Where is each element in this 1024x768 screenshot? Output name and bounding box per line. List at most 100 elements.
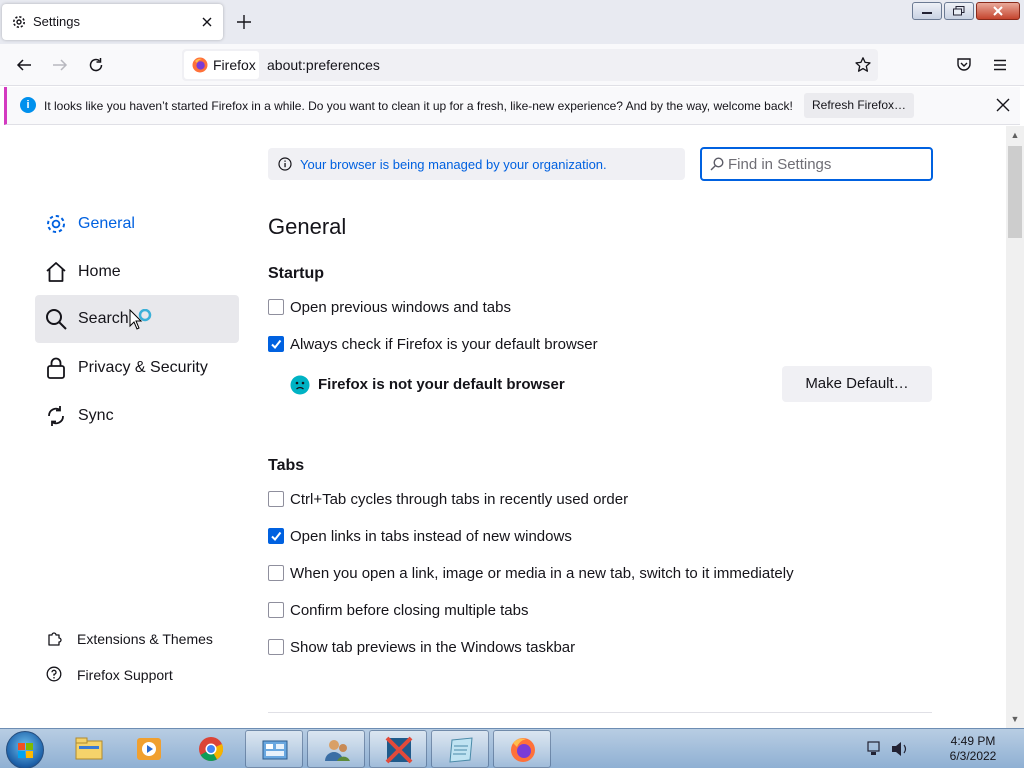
checkbox-label: Open previous windows and tabs — [290, 299, 511, 316]
taskbar-app[interactable] — [369, 730, 427, 768]
search-icon — [710, 157, 724, 171]
managed-notice[interactable]: Your browser is being managed by your or… — [268, 148, 685, 180]
bookmark-star-icon[interactable] — [854, 56, 872, 74]
windows-taskbar: 4:49 PM 6/3/2022 — [0, 728, 1024, 768]
forward-icon[interactable] — [51, 56, 69, 74]
checkmark-icon — [271, 531, 282, 542]
make-default-button[interactable]: Make Default… — [782, 366, 932, 402]
firefox-icon — [511, 738, 535, 762]
home-icon — [46, 262, 66, 282]
checkbox[interactable] — [268, 336, 284, 352]
clock-time: 4:49 PM — [950, 734, 996, 748]
taskbar-notepad[interactable] — [431, 730, 489, 768]
search-icon — [46, 309, 67, 330]
volume-icon[interactable] — [892, 742, 901, 756]
scrollbar-thumb[interactable] — [1008, 146, 1022, 238]
restore-icon — [953, 6, 965, 16]
startup-heading: Startup — [268, 265, 324, 282]
minimize-icon — [922, 12, 932, 14]
sidebar-item-label: Privacy & Security — [78, 359, 208, 376]
explorer-icon — [75, 737, 103, 760]
close-notification-icon[interactable] — [994, 96, 1012, 114]
gear-icon — [13, 16, 25, 28]
notification-bar: i It looks like you haven’t started Fire… — [4, 87, 1020, 125]
sidebar-item-privacy[interactable]: Privacy & Security — [35, 344, 239, 392]
back-icon[interactable] — [15, 56, 33, 74]
taskbar-firefox[interactable] — [493, 730, 551, 768]
restore-button[interactable] — [944, 2, 974, 20]
managed-notice-text[interactable]: Your browser is being managed by your or… — [300, 157, 607, 172]
vertical-scrollbar[interactable]: ▲ ▼ — [1006, 126, 1024, 728]
help-icon — [46, 666, 62, 682]
network-icon[interactable] — [867, 741, 880, 752]
checkbox-label: Open links in tabs instead of new window… — [290, 528, 572, 545]
checkbox[interactable] — [268, 639, 284, 655]
extensions-themes-label: Extensions & Themes — [77, 631, 213, 647]
info-icon: i — [20, 97, 36, 113]
window-controls — [912, 2, 1020, 20]
find-in-settings[interactable] — [700, 147, 933, 181]
identity-box[interactable]: Firefox — [184, 51, 259, 79]
checkbox[interactable] — [268, 602, 284, 618]
identity-label: Firefox — [213, 57, 256, 73]
url-bar[interactable]: Firefox about:preferences — [182, 49, 878, 81]
minimize-button[interactable] — [912, 2, 942, 20]
scroll-up-arrow[interactable]: ▲ — [1010, 130, 1020, 140]
checkbox-label: When you open a link, image or media in … — [290, 565, 794, 582]
tabs-heading: Tabs — [268, 457, 305, 474]
navigation-toolbar: Firefox about:preferences — [0, 44, 1024, 86]
find-in-settings-input[interactable] — [728, 153, 923, 175]
windows-logo-icon — [18, 743, 33, 758]
taskbar-users[interactable] — [307, 730, 365, 768]
new-tab-icon[interactable] — [235, 13, 253, 31]
checkmark-icon — [271, 339, 282, 350]
checkbox[interactable] — [268, 565, 284, 581]
checkbox-label: Ctrl+Tab cycles through tabs in recently… — [290, 491, 629, 508]
checkbox-label: Confirm before closing multiple tabs — [290, 602, 529, 619]
sidebar-item-home[interactable]: Home — [35, 248, 239, 296]
not-default-text: Firefox is not your default browser — [318, 376, 565, 393]
checkbox[interactable] — [268, 528, 284, 544]
sidebar-item-label: Sync — [78, 407, 114, 424]
url-text[interactable]: about:preferences — [267, 57, 380, 73]
clock[interactable]: 4:49 PM 6/3/2022 — [930, 734, 1016, 764]
notification-message: It looks like you haven’t started Firefo… — [44, 99, 793, 113]
system-tray[interactable] — [862, 737, 922, 761]
clock-date: 6/3/2022 — [949, 749, 997, 763]
taskbar-media-player[interactable] — [120, 730, 178, 768]
lock-icon — [47, 357, 65, 379]
firefox-icon — [192, 57, 208, 73]
page-title: General — [268, 214, 347, 239]
sidebar-item-label: Search — [78, 310, 129, 327]
control-panel-icon — [262, 740, 288, 760]
start-button[interactable] — [6, 731, 44, 768]
chrome-icon — [199, 737, 224, 762]
taskbar-explorer[interactable] — [60, 730, 118, 768]
tab-strip: Settings — [0, 0, 1024, 44]
users-icon — [325, 740, 350, 761]
taskbar-chrome[interactable] — [182, 730, 240, 768]
settings-page: Your browser is being managed by your or… — [0, 126, 1006, 728]
app-icon — [385, 736, 413, 764]
tab-settings[interactable]: Settings — [2, 4, 223, 40]
mouse-cursor-busy-icon — [129, 309, 152, 330]
pocket-icon[interactable] — [955, 56, 973, 74]
checkbox-label: Always check if Firefox is your default … — [290, 336, 598, 353]
reload-icon[interactable] — [87, 56, 105, 74]
sidebar-item-general[interactable]: General — [35, 200, 239, 248]
close-window-button[interactable] — [976, 2, 1020, 20]
checkbox[interactable] — [268, 491, 284, 507]
tab-title: Settings — [33, 14, 80, 29]
checkbox-label: Show tab previews in the Windows taskbar — [290, 639, 576, 656]
close-tab-icon[interactable] — [198, 13, 216, 31]
sync-icon — [48, 406, 64, 426]
taskbar-control-panel[interactable] — [245, 730, 303, 768]
notepad-icon — [449, 737, 473, 763]
sad-face-icon — [290, 375, 310, 395]
gear-icon — [47, 215, 65, 233]
refresh-firefox-button[interactable]: Refresh Firefox… — [804, 93, 914, 118]
sidebar-item-sync[interactable]: Sync — [35, 392, 239, 440]
scroll-down-arrow[interactable]: ▼ — [1010, 714, 1020, 724]
menu-icon[interactable] — [991, 56, 1009, 74]
checkbox[interactable] — [268, 299, 284, 315]
